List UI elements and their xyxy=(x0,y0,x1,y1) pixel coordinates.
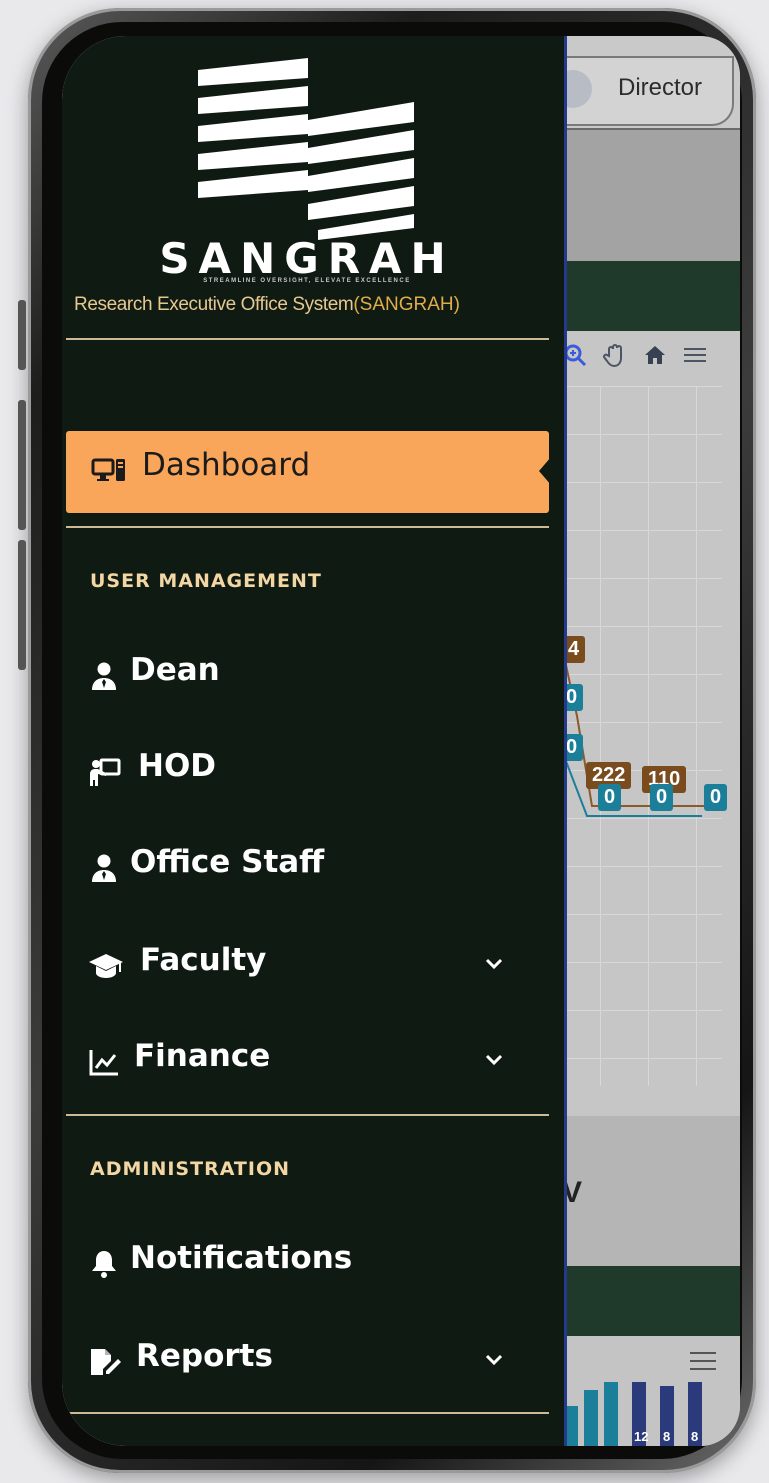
chart-toolbar xyxy=(562,342,708,375)
brand-name: SANGRAH xyxy=(159,234,455,283)
section-header-band xyxy=(542,261,740,331)
section-title-administration: ADMINISTRATION xyxy=(90,1158,291,1180)
chevron-down-icon[interactable] xyxy=(480,1046,508,1074)
sidebar-item-dashboard[interactable]: Dashboard xyxy=(66,431,551,513)
chevron-down-icon[interactable] xyxy=(480,1346,508,1374)
phone-button-volume-up xyxy=(18,400,26,530)
subtitle-acronym: (SANGRAH) xyxy=(353,294,460,315)
chart-data-label: 0 xyxy=(650,784,674,811)
chalkboard-teacher-icon xyxy=(88,756,121,788)
graduation-cap-icon xyxy=(88,950,123,982)
chart-line-icon xyxy=(88,1046,120,1078)
chart-bar xyxy=(604,1382,618,1446)
section-header-band xyxy=(542,1266,740,1336)
divider xyxy=(66,1114,549,1116)
sidebar-item-faculty[interactable]: Faculty xyxy=(62,928,549,998)
sidebar-item-label: Faculty xyxy=(140,942,267,978)
sidebar-item-label: Reports xyxy=(136,1338,273,1374)
user-tie-icon xyxy=(88,660,120,692)
chart-bar xyxy=(584,1390,598,1446)
phone-button-mute xyxy=(18,300,26,370)
home-icon[interactable] xyxy=(642,342,668,375)
menu-icon[interactable] xyxy=(688,1348,718,1380)
sidebar-item-label: Notifications xyxy=(130,1240,353,1276)
sidebar-item-office-staff[interactable]: Office Staff xyxy=(62,830,549,900)
chart-bar-label: 12 xyxy=(634,1429,649,1444)
sidebar-item-notifications[interactable]: Notifications xyxy=(62,1226,549,1296)
chart-bar-label: 8 xyxy=(691,1429,699,1444)
pan-hand-icon[interactable] xyxy=(602,342,628,375)
sidebar-item-label: Office Staff xyxy=(130,844,325,880)
phone-button-volume-down xyxy=(18,540,26,670)
sidebar-item-dean[interactable]: Dean xyxy=(62,638,549,708)
user-tie-icon xyxy=(88,852,120,884)
section-title-user-management: USER MANAGEMENT xyxy=(90,570,322,592)
sidebar-item-label: HOD xyxy=(138,748,217,784)
brand-tagline: STREAMLINE OVERSIGHT, ELEVATE EXCELLENCE xyxy=(203,278,411,284)
sidebar-drawer: SANGRAH STREAMLINE OVERSIGHT, ELEVATE EX… xyxy=(62,36,567,1446)
chart-data-label: 0 xyxy=(704,784,728,811)
divider xyxy=(66,526,549,528)
divider xyxy=(66,1412,549,1414)
sidebar-item-reports[interactable]: Reports xyxy=(62,1324,549,1394)
divider xyxy=(66,338,549,340)
desktop-icon xyxy=(90,451,128,489)
file-signature-icon xyxy=(88,1346,121,1378)
sidebar-item-label: Dean xyxy=(130,652,220,688)
sidebar-item-label: Dashboard xyxy=(142,447,311,483)
buildings-logo-icon xyxy=(198,58,414,240)
sidebar-item-hod[interactable]: HOD xyxy=(62,734,549,804)
user-role: Director xyxy=(618,74,703,101)
bell-icon xyxy=(88,1248,120,1280)
phone-screen: Director 4 0 0 222 110 0 0 0 V 12 8 8 SA… xyxy=(62,36,740,1446)
chart-bar-label: 8 xyxy=(663,1429,671,1444)
subtitle-main: Research Executive Office System xyxy=(74,294,354,315)
chevron-down-icon[interactable] xyxy=(480,950,508,978)
chart-data-label: 0 xyxy=(598,784,622,811)
sidebar-item-finance[interactable]: Finance xyxy=(62,1024,549,1094)
sidebar-item-label: Finance xyxy=(134,1038,271,1074)
brand-subtitle: Research Executive Office System(SANGRAH… xyxy=(74,294,559,316)
menu-icon[interactable] xyxy=(682,342,708,375)
